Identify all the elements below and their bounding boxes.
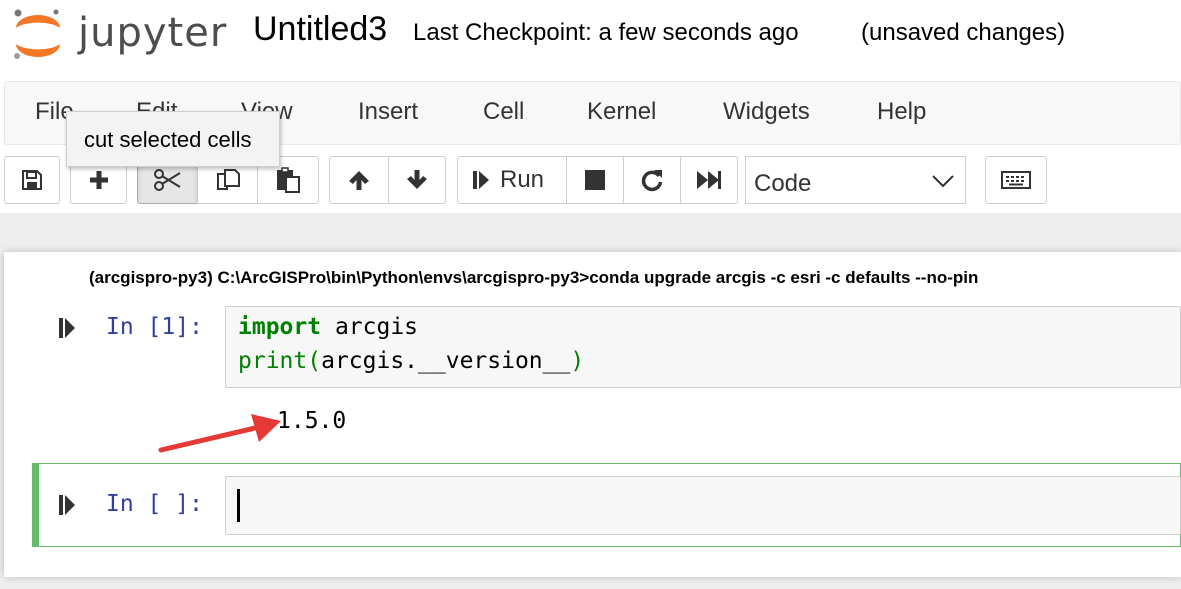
jupyter-logo-icon [14, 9, 60, 59]
code-cell-input[interactable] [225, 476, 1181, 535]
menu-help[interactable]: Help [877, 98, 926, 126]
builtin-token: print( [238, 348, 322, 374]
interrupt-button[interactable] [566, 156, 624, 204]
step-forward-icon [473, 171, 489, 189]
move-up-button[interactable] [329, 156, 389, 204]
restart-button[interactable] [623, 156, 681, 204]
run-cell-icon[interactable] [58, 494, 76, 516]
keyboard-icon [1001, 171, 1031, 189]
save-icon [22, 170, 42, 190]
code-line: import arcgis [238, 314, 418, 340]
cell-prompt: In [ ]: [106, 491, 203, 517]
run-button-label: Run [500, 166, 545, 193]
arrow-down-icon [407, 170, 427, 189]
keyword-token: import [238, 314, 322, 340]
cell-output: 1.5.0 [277, 408, 347, 434]
command-caption: (arcgispro-py3) C:\ArcGISPro\bin\Python\… [89, 268, 979, 287]
code-token: arcgis [321, 314, 419, 340]
unsaved-status: (unsaved changes) [861, 19, 1066, 46]
cell-prompt: In [1]: [106, 314, 203, 340]
jupyter-logo[interactable]: jupyter [10, 6, 260, 62]
restart-icon [641, 170, 663, 192]
plus-icon [89, 171, 108, 189]
menu-widgets[interactable]: Widgets [723, 98, 810, 126]
command-palette-button[interactable] [985, 156, 1047, 204]
run-button[interactable]: Run [457, 156, 567, 204]
code-line: print(arcgis.__version__) [238, 348, 584, 374]
arrow-up-icon [349, 171, 369, 190]
cut-tooltip: cut selected cells [66, 111, 280, 167]
copy-icon [216, 169, 240, 190]
notebook-header: jupyter Untitled3 Last Checkpoint: a few… [0, 0, 1181, 80]
restart-run-all-button[interactable] [680, 156, 738, 204]
code-cell-input[interactable]: import arcgis print(arcgis.__version__) [225, 306, 1181, 388]
logo-wordmark: jupyter [78, 10, 228, 56]
run-cell-icon[interactable] [58, 317, 76, 339]
save-button[interactable] [4, 156, 60, 204]
cell-type-value: Code [754, 170, 812, 197]
menu-insert[interactable]: Insert [358, 98, 418, 126]
cell-type-select[interactable]: Code [745, 156, 966, 204]
red-arrow-annotation [158, 414, 281, 453]
code-token: arcgis.__version__ [321, 348, 571, 374]
stop-icon [585, 170, 605, 190]
paste-icon [277, 167, 300, 193]
builtin-token: ) [570, 348, 585, 374]
notebook-title[interactable]: Untitled3 [253, 10, 387, 49]
text-cursor [237, 489, 240, 522]
fast-forward-icon [697, 171, 721, 189]
menu-cell[interactable]: Cell [483, 98, 524, 126]
checkpoint-status: Last Checkpoint: a few seconds ago [413, 19, 799, 46]
menu-kernel[interactable]: Kernel [587, 98, 656, 126]
scissors-icon [153, 169, 181, 191]
chevron-down-icon [932, 175, 954, 188]
move-down-button[interactable] [388, 156, 446, 204]
